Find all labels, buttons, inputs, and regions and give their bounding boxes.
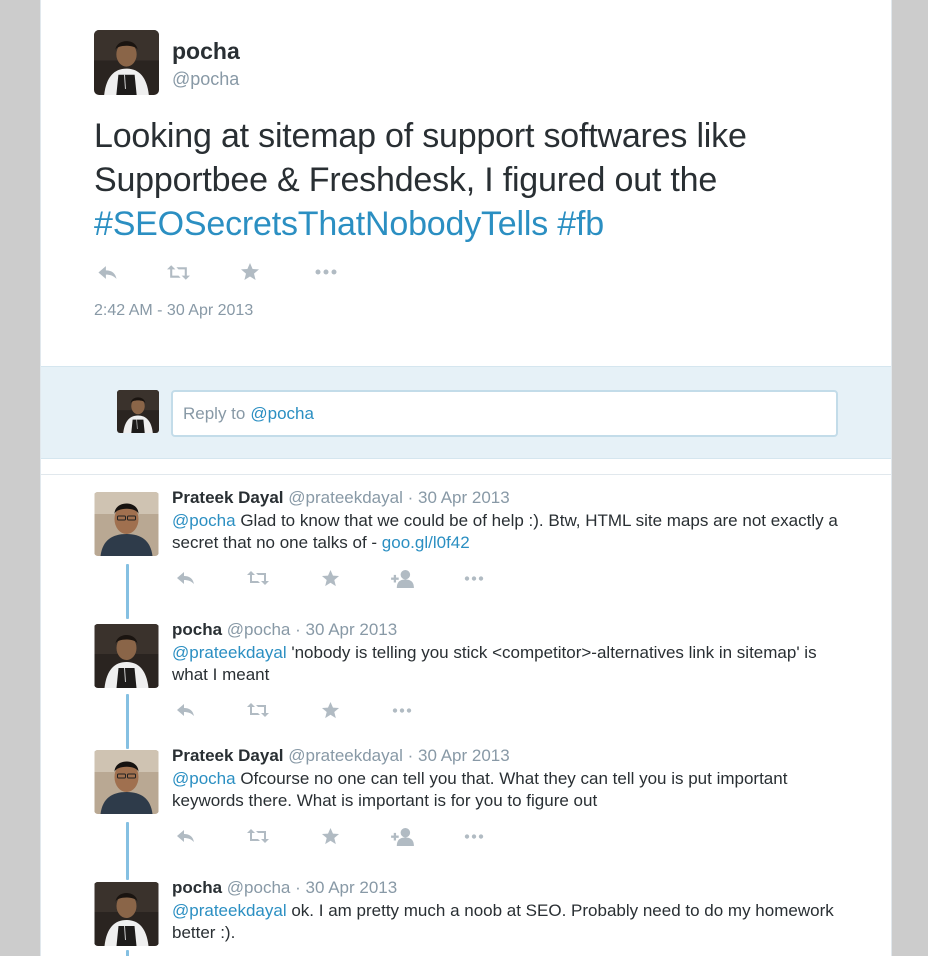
hashtag-link[interactable]: #SEOSecretsThatNobodyTells [94,205,548,243]
tweet-timestamp[interactable]: 2:42 AM - 30 Apr 2013 [94,302,253,320]
reply-input[interactable]: Reply to @pocha [171,390,838,437]
reply-actions [172,696,460,724]
reply-icon[interactable] [172,564,200,592]
favorite-icon[interactable] [316,822,344,850]
author-name[interactable]: pocha [172,38,240,65]
reply-author-avatar[interactable] [94,624,159,688]
reply-text-body: Glad to know that we could be of help :)… [172,511,838,552]
tweet-text: Looking at sitemap of support softwares … [94,114,854,246]
tweet-actions [94,258,340,286]
retweet-icon[interactable] [164,258,192,286]
tweet-card: pocha @pocha Looking at sitemap of suppo… [40,0,892,956]
author-avatar[interactable] [94,30,159,95]
mention-link[interactable]: @pocha [172,769,236,788]
reply-header: Prateek Dayal @prateekdayal · 30 Apr 201… [172,488,510,508]
reply-header: Prateek Dayal @prateekdayal · 30 Apr 201… [172,746,510,766]
reply-text: @pocha Ofcourse no one can tell you that… [172,768,852,812]
reply-icon[interactable] [94,258,122,286]
reply-author-handle[interactable]: @prateekdayal [288,488,403,507]
mention-link[interactable]: @pocha [172,511,236,530]
hashtag-link[interactable]: #fb [557,205,604,243]
follow-icon[interactable] [388,564,416,592]
reply-actions [172,822,532,850]
reply-box: Reply to @pocha [41,366,891,459]
reply-placeholder: Reply to [183,403,246,423]
reply-mention: @pocha [250,403,314,423]
favorite-icon[interactable] [316,696,344,724]
author-handle[interactable]: @pocha [172,69,239,90]
reply-author-handle[interactable]: @prateekdayal [288,746,403,765]
retweet-icon[interactable] [244,822,272,850]
thread-connector [126,564,129,619]
tweet-text-body: Looking at sitemap of support softwares … [94,117,747,199]
reply-text-body: Ofcourse no one can tell you that. What … [172,769,788,810]
more-icon[interactable] [460,564,488,592]
reply-author-handle[interactable]: @pocha [227,620,291,639]
reply-actions [172,564,532,592]
reply-icon[interactable] [172,822,200,850]
reply-icon[interactable] [172,696,200,724]
more-icon[interactable] [312,258,340,286]
reply-author-name[interactable]: Prateek Dayal [172,488,284,507]
reply-author-handle[interactable]: @pocha [227,878,291,897]
reply-text: @prateekdayal ok. I am pretty much a noo… [172,900,852,944]
mention-link[interactable]: @prateekdayal [172,901,287,920]
thread-connector [126,694,129,749]
current-user-avatar [117,390,159,433]
url-link[interactable]: goo.gl/l0f42 [382,533,470,552]
reply-header: pocha @pocha · 30 Apr 2013 [172,878,397,898]
reply-author-name[interactable]: Prateek Dayal [172,746,284,765]
more-icon[interactable] [460,822,488,850]
reply-date[interactable]: · 30 Apr 2013 [295,878,397,897]
thread-connector [126,822,129,880]
reply-author-name[interactable]: pocha [172,620,222,639]
reply-author-avatar[interactable] [94,882,159,946]
reply-date[interactable]: · 30 Apr 2013 [295,620,397,639]
more-icon[interactable] [388,696,416,724]
follow-icon[interactable] [388,822,416,850]
retweet-icon[interactable] [244,696,272,724]
retweet-icon[interactable] [244,564,272,592]
divider [41,474,891,475]
reply-date[interactable]: · 30 Apr 2013 [408,488,510,507]
thread-connector [126,950,129,956]
reply-author-name[interactable]: pocha [172,878,222,897]
reply-text: @pocha Glad to know that we could be of … [172,510,852,554]
reply-text: @prateekdayal 'nobody is telling you sti… [172,642,852,686]
reply-date[interactable]: · 30 Apr 2013 [408,746,510,765]
reply-header: pocha @pocha · 30 Apr 2013 [172,620,397,640]
reply-author-avatar[interactable] [94,750,159,814]
mention-link[interactable]: @prateekdayal [172,643,287,662]
reply-author-avatar[interactable] [94,492,159,556]
favorite-icon[interactable] [236,258,264,286]
favorite-icon[interactable] [316,564,344,592]
